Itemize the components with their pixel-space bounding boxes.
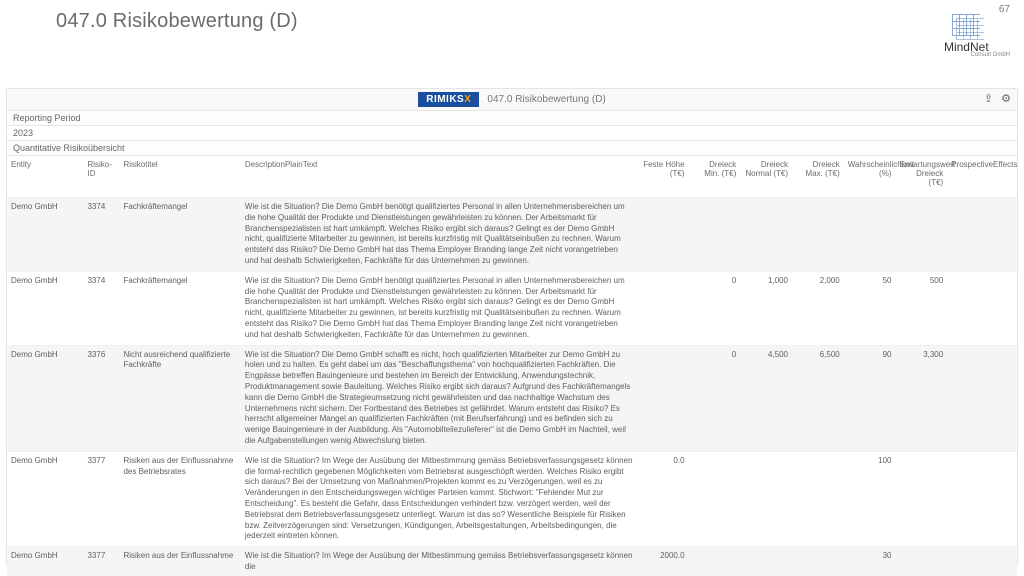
cell-max: 2,000 bbox=[792, 271, 844, 345]
col-erw[interactable]: Erwartungswert Dreieck (T€) bbox=[895, 156, 947, 198]
cell-title: Fachkräftemangel bbox=[119, 271, 240, 345]
cell-title: Fachkräftemangel bbox=[119, 198, 240, 272]
section-label: Quantitative Risikoübersicht bbox=[7, 141, 1017, 156]
cell-entity: Demo GmbH bbox=[7, 451, 83, 546]
cell-title: Risiken aus der Einflussnahme des Betrie… bbox=[119, 451, 240, 546]
cell-feste bbox=[637, 271, 689, 345]
cell-prob bbox=[844, 198, 896, 272]
cell-id: 3374 bbox=[83, 198, 119, 272]
cell-min bbox=[689, 451, 741, 546]
cell-max bbox=[792, 198, 844, 272]
cell-min bbox=[689, 547, 741, 576]
col-prosp[interactable]: ProspectiveEffects bbox=[947, 156, 1017, 198]
table-row[interactable]: Demo GmbH3376Nicht ausreichend qualifizi… bbox=[7, 345, 1017, 451]
cell-feste bbox=[637, 198, 689, 272]
cell-prosp bbox=[947, 345, 1017, 451]
cell-erw bbox=[895, 547, 947, 576]
cell-normal: 4,500 bbox=[740, 345, 792, 451]
reporting-period-value[interactable]: 2023 bbox=[7, 126, 1017, 141]
cell-prob: 100 bbox=[844, 451, 896, 546]
cell-desc: Wie ist die Situation? Im Wege der Ausüb… bbox=[241, 547, 637, 576]
cell-feste bbox=[637, 345, 689, 451]
report-panel: RIMIKSX 047.0 Risikobewertung (D) ⇪ ⚙ Re… bbox=[6, 88, 1018, 566]
cell-entity: Demo GmbH bbox=[7, 547, 83, 576]
cell-desc: Wie ist die Situation? Die Demo GmbH sch… bbox=[241, 345, 637, 451]
col-prob[interactable]: Wahrscheinlichkeit (%) bbox=[844, 156, 896, 198]
cell-min: 0 bbox=[689, 271, 741, 345]
cell-feste: 0.0 bbox=[637, 451, 689, 546]
cell-max bbox=[792, 451, 844, 546]
table-row[interactable]: Demo GmbH3374FachkräftemangelWie ist die… bbox=[7, 198, 1017, 272]
cell-erw bbox=[895, 451, 947, 546]
cell-entity: Demo GmbH bbox=[7, 345, 83, 451]
table-header-row: Entity Risiko-ID Risikotitel Description… bbox=[7, 156, 1017, 198]
cell-desc: Wie ist die Situation? Die Demo GmbH ben… bbox=[241, 198, 637, 272]
cell-erw bbox=[895, 198, 947, 272]
cell-id: 3374 bbox=[83, 271, 119, 345]
col-entity[interactable]: Entity bbox=[7, 156, 83, 198]
brand-logo: MindNet Consult GmbH bbox=[923, 14, 1010, 58]
cell-id: 3376 bbox=[83, 345, 119, 451]
brand-sub: Consult GmbH bbox=[971, 52, 1010, 58]
cell-id: 3377 bbox=[83, 547, 119, 576]
cell-erw: 500 bbox=[895, 271, 947, 345]
cell-prob: 50 bbox=[844, 271, 896, 345]
cell-max bbox=[792, 547, 844, 576]
cell-prosp bbox=[947, 547, 1017, 576]
cell-prob: 30 bbox=[844, 547, 896, 576]
report-title: 047.0 Risikobewertung (D) bbox=[487, 94, 605, 105]
page-title: 047.0 Risikobewertung (D) bbox=[56, 10, 298, 33]
cell-prosp bbox=[947, 451, 1017, 546]
cell-desc: Wie ist die Situation? Die Demo GmbH ben… bbox=[241, 271, 637, 345]
app-logo: RIMIKSX bbox=[418, 92, 479, 107]
col-title[interactable]: Risikotitel bbox=[119, 156, 240, 198]
cell-erw: 3,300 bbox=[895, 345, 947, 451]
cell-prob: 90 bbox=[844, 345, 896, 451]
share-icon[interactable]: ⇪ bbox=[984, 92, 993, 105]
settings-icon[interactable]: ⚙ bbox=[1001, 92, 1011, 105]
cell-normal bbox=[740, 451, 792, 546]
cell-title: Nicht ausreichend qualifizierte Fachkräf… bbox=[119, 345, 240, 451]
cell-entity: Demo GmbH bbox=[7, 198, 83, 272]
col-min[interactable]: Dreieck Min. (T€) bbox=[689, 156, 741, 198]
col-id[interactable]: Risiko-ID bbox=[83, 156, 119, 198]
cell-id: 3377 bbox=[83, 451, 119, 546]
cell-max: 6,500 bbox=[792, 345, 844, 451]
reporting-period-label: Reporting Period bbox=[7, 111, 1017, 126]
col-feste[interactable]: Feste Höhe (T€) bbox=[637, 156, 689, 198]
cell-min: 0 bbox=[689, 345, 741, 451]
table-row[interactable]: Demo GmbH3377Risiken aus der Einflussnah… bbox=[7, 547, 1017, 576]
cell-entity: Demo GmbH bbox=[7, 271, 83, 345]
cell-feste: 2000.0 bbox=[637, 547, 689, 576]
cell-normal bbox=[740, 547, 792, 576]
risk-table: Entity Risiko-ID Risikotitel Description… bbox=[7, 156, 1017, 576]
cell-min bbox=[689, 198, 741, 272]
cell-prosp bbox=[947, 198, 1017, 272]
cell-normal bbox=[740, 198, 792, 272]
col-desc[interactable]: DescriptionPlainText bbox=[241, 156, 637, 198]
cell-normal: 1,000 bbox=[740, 271, 792, 345]
table-row[interactable]: Demo GmbH3374FachkräftemangelWie ist die… bbox=[7, 271, 1017, 345]
cell-title: Risiken aus der Einflussnahme bbox=[119, 547, 240, 576]
col-normal[interactable]: Dreieck Normal (T€) bbox=[740, 156, 792, 198]
cell-desc: Wie ist die Situation? Im Wege der Ausüb… bbox=[241, 451, 637, 546]
table-row[interactable]: Demo GmbH3377Risiken aus der Einflussnah… bbox=[7, 451, 1017, 546]
brand-mark-icon bbox=[946, 14, 986, 42]
cell-prosp bbox=[947, 271, 1017, 345]
col-max[interactable]: Dreieck Max. (T€) bbox=[792, 156, 844, 198]
report-header: RIMIKSX 047.0 Risikobewertung (D) ⇪ ⚙ bbox=[7, 89, 1017, 111]
